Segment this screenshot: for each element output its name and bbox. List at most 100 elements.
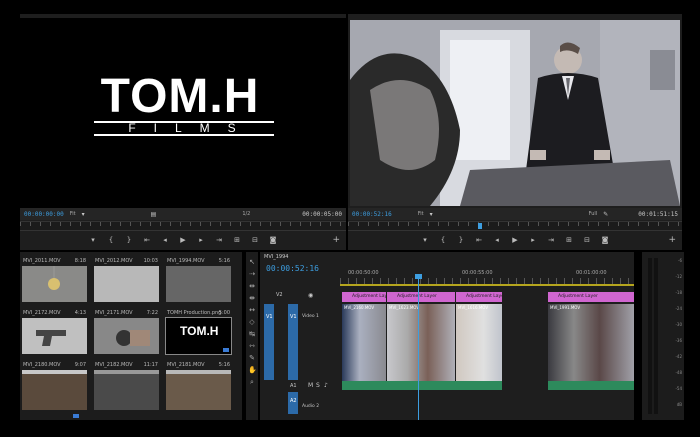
play-icon[interactable]: ▶ xyxy=(179,236,187,244)
chevron-down-icon[interactable]: ▾ xyxy=(82,211,85,218)
settings-icon[interactable]: ▤ xyxy=(151,211,157,218)
chevron-down-icon[interactable]: ▾ xyxy=(430,211,433,218)
slip-icon[interactable]: ↹ xyxy=(248,330,256,338)
source-viewer[interactable]: TOM.H FILMS xyxy=(20,18,346,208)
marker-icon[interactable]: ▾ xyxy=(89,236,97,244)
rate-stretch-icon[interactable]: ↔ xyxy=(248,306,256,314)
sequence-tab[interactable]: MVI_1994 xyxy=(264,254,288,260)
audio-clip[interactable] xyxy=(548,381,634,390)
track-name-audio2: Audio 2 xyxy=(302,404,320,409)
item-duration: 4:13 xyxy=(74,310,86,316)
thumbnail xyxy=(94,318,159,354)
insert-icon[interactable]: ⊞ xyxy=(233,236,241,244)
zoom-icon[interactable]: ⌕ xyxy=(248,378,256,386)
project-item[interactable]: MVI_2172.MOV 4:13 xyxy=(22,308,87,354)
program-timecode[interactable]: 00:00:52:16 xyxy=(352,211,392,218)
eye-icon[interactable]: ◉ xyxy=(308,292,313,299)
go-to-in-icon[interactable]: ⇤ xyxy=(143,236,151,244)
item-name: MVI_2172.MOV xyxy=(23,310,61,316)
play-icon[interactable]: ▶ xyxy=(511,236,519,244)
mini-logo-text: TOM.H xyxy=(180,324,219,338)
program-frame-image xyxy=(350,20,680,206)
adjustment-layer-clip[interactable]: Adjustment Layer xyxy=(387,292,455,302)
meter-bar-right xyxy=(654,258,658,414)
timeline-panel: MVI_1994 00:00:52:16 00:00:50:00 00:00:5… xyxy=(260,252,634,420)
project-item[interactable] xyxy=(22,374,87,420)
rolling-edit-icon[interactable]: ⇼ xyxy=(248,294,256,302)
logo-sub-text: FILMS xyxy=(94,121,274,136)
playhead-handle[interactable] xyxy=(415,274,422,279)
item-badge xyxy=(73,414,79,418)
video-clip[interactable]: MVI_2160.MOV xyxy=(342,304,386,382)
camera-icon[interactable]: ◙ xyxy=(601,236,609,244)
video-clip[interactable]: MVI_1616.MOV xyxy=(456,304,502,382)
project-item[interactable]: MVI_1994.MOV 5:16 xyxy=(166,256,231,302)
mark-out-icon[interactable]: } xyxy=(457,236,465,244)
mic-icon[interactable]: ♪ xyxy=(324,382,328,389)
solo-icon[interactable]: S xyxy=(316,382,320,389)
selection-tool-icon[interactable]: ↖ xyxy=(248,258,256,266)
go-to-out-icon[interactable]: ⇥ xyxy=(547,236,555,244)
mute-icon[interactable]: M xyxy=(308,382,313,389)
step-forward-icon[interactable]: ▸ xyxy=(529,236,537,244)
project-item[interactable]: MVI_2012.MOV 10:03 xyxy=(94,256,159,302)
item-duration: 7:22 xyxy=(146,310,158,316)
step-back-icon[interactable]: ◂ xyxy=(161,236,169,244)
adjustment-layer-clip[interactable]: Adjustment Layer xyxy=(456,292,502,302)
hand-icon[interactable]: ✋ xyxy=(248,366,257,374)
plus-icon[interactable]: + xyxy=(332,235,340,245)
project-item[interactable] xyxy=(94,374,159,420)
camera-icon[interactable]: ◙ xyxy=(269,236,277,244)
program-duration: 00:01:51:15 xyxy=(638,210,678,218)
video-clip[interactable]: MVI_1991.MOV xyxy=(548,304,634,382)
timeline-playhead[interactable] xyxy=(418,276,419,420)
audio-clip[interactable] xyxy=(342,381,502,390)
overwrite-icon[interactable]: ⊟ xyxy=(251,236,259,244)
plus-icon[interactable]: + xyxy=(668,235,676,245)
go-to-in-icon[interactable]: ⇤ xyxy=(475,236,483,244)
item-duration: 5:16 xyxy=(218,362,230,368)
item-duration: 10:03 xyxy=(143,258,158,264)
mark-out-icon[interactable]: } xyxy=(125,236,133,244)
program-fit-select[interactable]: Fit xyxy=(418,211,424,217)
source-transport: ▾ { } ⇤ ◂ ▶ ▸ ⇥ ⊞ ⊟ ◙ + xyxy=(20,233,346,247)
project-item[interactable]: MVI_2171.MOV 7:22 xyxy=(94,308,159,354)
pen-icon[interactable]: ✎ xyxy=(248,354,256,362)
mark-in-icon[interactable]: { xyxy=(107,236,115,244)
video-clip[interactable]: MVI_1623.MOV xyxy=(387,304,455,382)
razor-icon[interactable]: ◇ xyxy=(248,318,256,326)
source-fit-select[interactable]: Fit xyxy=(70,211,76,217)
go-to-out-icon[interactable]: ⇥ xyxy=(215,236,223,244)
project-item[interactable] xyxy=(166,374,231,420)
item-duration: 11:17 xyxy=(143,362,158,368)
program-viewer[interactable] xyxy=(350,20,680,206)
source-timecode[interactable]: 00:00:00:00 xyxy=(24,211,64,218)
timeline-timecode[interactable]: 00:00:52:16 xyxy=(266,264,319,273)
thumbnail xyxy=(166,266,231,302)
tools-panel: ↖ ⇢ ⇹ ⇼ ↔ ◇ ↹ ⇿ ✎ ✋ ⌕ xyxy=(246,252,258,420)
source-duration: 00:00:05:00 xyxy=(302,210,342,218)
slide-icon[interactable]: ⇿ xyxy=(248,342,256,350)
step-forward-icon[interactable]: ▸ xyxy=(197,236,205,244)
program-quality-select[interactable]: Full xyxy=(589,211,598,217)
marker-icon[interactable]: ▾ xyxy=(421,236,429,244)
project-item[interactable]: MVI_2011.MOV 8:18 xyxy=(22,256,87,302)
wrench-icon[interactable]: ✎ xyxy=(603,211,608,218)
project-panel: MVI_2011.MOV 8:18 MVI_2012.MOV 10:03 MVI… xyxy=(20,252,242,420)
adjustment-layer-clip[interactable]: Adjustment Layer xyxy=(342,292,386,302)
program-playhead-marker[interactable] xyxy=(478,223,482,229)
program-time-ruler[interactable] xyxy=(348,221,682,231)
step-back-icon[interactable]: ◂ xyxy=(493,236,501,244)
meter-tick-label: dB xyxy=(676,402,682,407)
adjustment-layer-clip[interactable]: Adjustment Layer xyxy=(548,292,634,302)
track-select-icon[interactable]: ⇢ xyxy=(248,270,256,278)
source-time-ruler[interactable] xyxy=(20,221,346,231)
ripple-edit-icon[interactable]: ⇹ xyxy=(248,282,256,290)
source-resolution-select[interactable]: 1/2 xyxy=(242,211,250,217)
project-item-selected[interactable]: TOM.H TOMH Production.png 5:00 xyxy=(165,308,232,355)
lift-icon[interactable]: ⊞ xyxy=(565,236,573,244)
work-area-bar[interactable] xyxy=(340,284,634,286)
thumbnail: TOM.H xyxy=(165,317,232,355)
mark-in-icon[interactable]: { xyxy=(439,236,447,244)
extract-icon[interactable]: ⊟ xyxy=(583,236,591,244)
